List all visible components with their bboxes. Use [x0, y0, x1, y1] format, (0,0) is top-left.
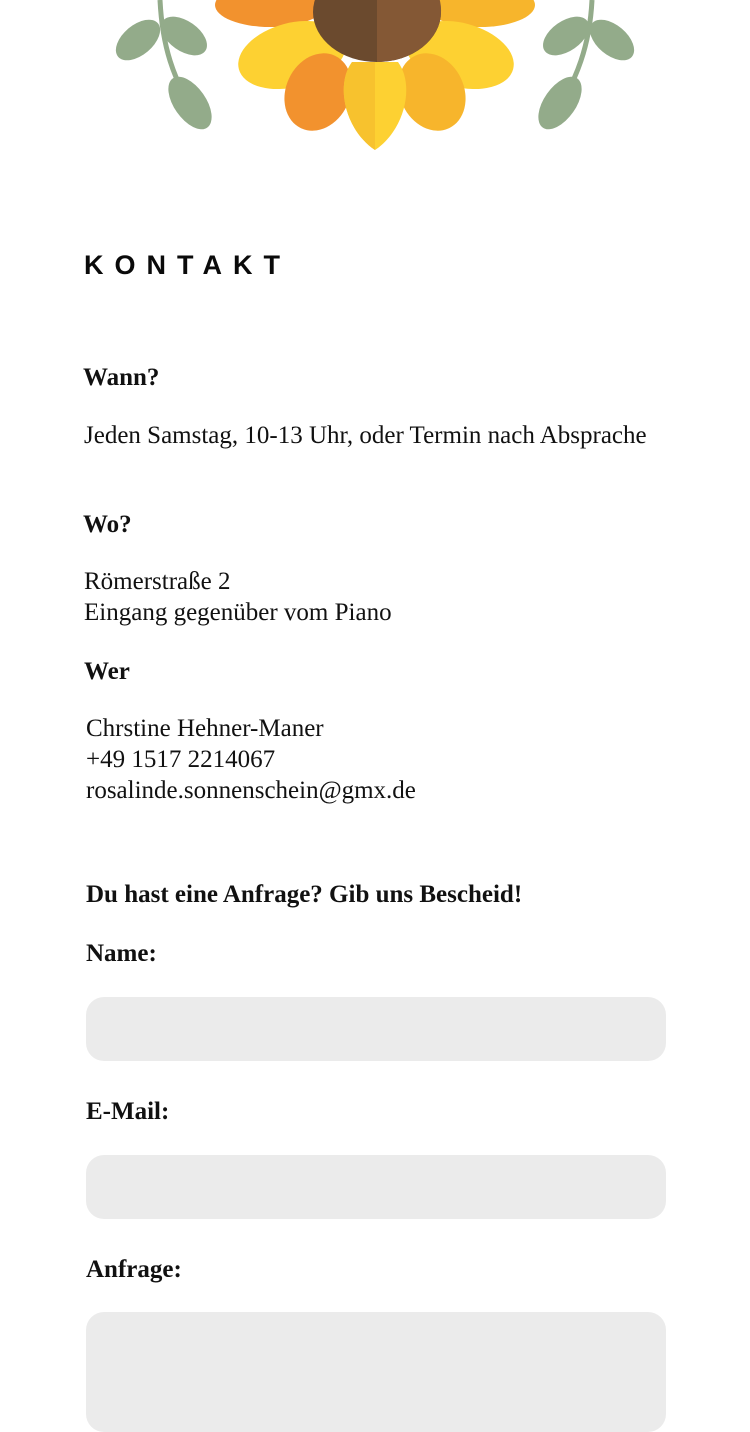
request-textarea[interactable]: [86, 1312, 666, 1432]
sunflower: [215, 0, 535, 150]
name-label: Name:: [86, 940, 157, 967]
who-label: Wer: [84, 658, 130, 685]
entrance-line: Eingang gegenüber vom Piano: [84, 599, 392, 626]
contact-email: rosalinde.sonnenschein@gmx.de: [86, 777, 416, 804]
contact-phone: +49 1517 2214067: [86, 746, 276, 773]
email-label: E-Mail:: [86, 1098, 170, 1125]
request-label: Anfrage:: [86, 1256, 182, 1283]
when-text: Jeden Samstag, 10-13 Uhr, oder Termin na…: [84, 420, 684, 451]
right-leaf-branch: [538, 0, 635, 130]
page-title: KONTAKT: [84, 250, 291, 280]
contact-name: Chrstine Hehner-Maner: [86, 715, 324, 742]
sunflower-illustration: [115, 0, 635, 150]
when-line: Jeden Samstag, 10-13 Uhr, oder Termin na…: [84, 422, 647, 449]
address-text: Römerstraße 2 Eingang gegenüber vom Pian…: [84, 566, 392, 628]
when-label: Wann?: [83, 364, 160, 391]
contact-person: Chrstine Hehner-Maner +49 1517 2214067 r…: [86, 713, 416, 806]
email-input[interactable]: [86, 1155, 666, 1219]
left-leaf-branch: [115, 0, 212, 130]
form-intro: Du hast eine Anfrage? Gib uns Bescheid!: [86, 881, 523, 908]
where-label: Wo?: [83, 511, 132, 538]
street-line: Römerstraße 2: [84, 568, 231, 595]
name-input[interactable]: [86, 997, 666, 1061]
